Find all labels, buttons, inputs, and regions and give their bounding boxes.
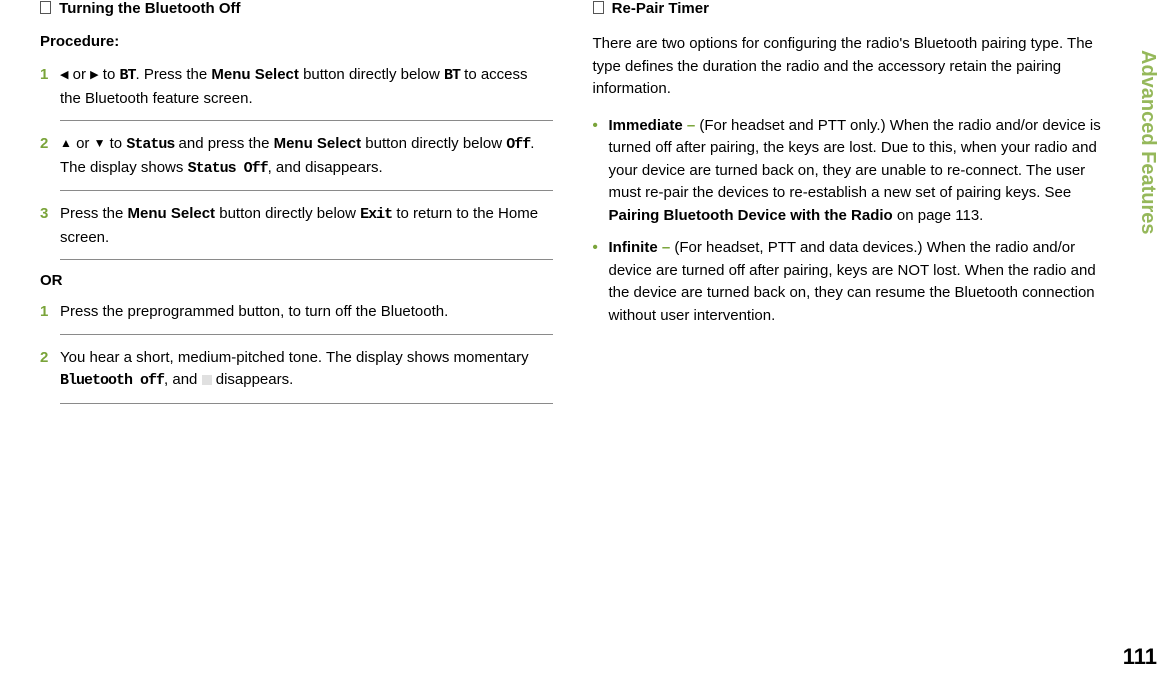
list-item: • Immediate – (For headset and PTT only.… [593, 115, 1106, 228]
down-triangle-icon: ▼ [94, 134, 106, 152]
divider [60, 259, 553, 260]
bullet-icon: • [593, 237, 609, 327]
text: and press the [174, 135, 273, 152]
text: button directly below [299, 66, 444, 83]
text: . Press the [136, 66, 212, 83]
step-body: Press the Menu Select button directly be… [60, 203, 553, 249]
right-column: Re-Pair Timer There are two options for … [573, 0, 1126, 690]
mono-text: Status [126, 136, 174, 153]
bluetooth-indicator-icon [202, 375, 212, 385]
intro-paragraph: There are two options for configuring th… [593, 33, 1106, 101]
bold-text: Menu Select [128, 205, 216, 222]
page-number: 111 [1123, 644, 1157, 670]
text: on page 113. [893, 207, 984, 224]
left-arrow-icon: ◀ [60, 67, 68, 84]
step-body: ◀ or ▶ to BT. Press the Menu Select butt… [60, 64, 553, 110]
step-number: 1 [40, 64, 60, 110]
text: Press the [60, 205, 128, 222]
step-body: ▲ or ▼ to Status and press the Menu Sele… [60, 133, 553, 180]
text: button directly below [361, 135, 506, 152]
mono-text: Off [506, 136, 530, 153]
checkbox-icon [593, 1, 604, 14]
step-body: Press the preprogrammed button, to turn … [60, 301, 553, 324]
dash: – [683, 117, 700, 134]
mono-text: BT [444, 67, 460, 84]
step-body: You hear a short, medium-pitched tone. T… [60, 347, 553, 393]
alt-step-2: 2 You hear a short, medium-pitched tone.… [40, 347, 553, 393]
bold-text: Menu Select [211, 66, 299, 83]
mono-text: Exit [360, 206, 392, 223]
text: disappears. [216, 371, 294, 388]
text: or [73, 66, 86, 83]
item-title: Infinite [609, 239, 658, 256]
right-arrow-icon: ▶ [90, 67, 98, 84]
up-triangle-icon: ▲ [60, 134, 72, 152]
divider [60, 334, 553, 335]
heading-text: Re-Pair Timer [612, 0, 709, 17]
text: or [76, 135, 89, 152]
text: (For headset, PTT and data devices.) Whe… [609, 239, 1096, 324]
item-title: Immediate [609, 117, 683, 134]
step-2: 2 ▲ or ▼ to Status and press the Menu Se… [40, 133, 553, 180]
text: button directly below [215, 205, 360, 222]
step-number: 3 [40, 203, 60, 249]
step-1: 1 ◀ or ▶ to BT. Press the Menu Select bu… [40, 64, 553, 110]
heading-bluetooth-off: Turning the Bluetooth Off [40, 0, 553, 17]
bullet-icon: • [593, 115, 609, 228]
divider [60, 403, 553, 404]
list-body: Infinite – (For headset, PTT and data de… [609, 237, 1106, 327]
checkbox-icon [40, 1, 51, 14]
list-body: Immediate – (For headset and PTT only.) … [609, 115, 1106, 228]
or-label: OR [40, 272, 553, 289]
bold-text: Pairing Bluetooth Device with the Radio [609, 207, 893, 224]
step-3: 3 Press the Menu Select button directly … [40, 203, 553, 249]
heading-text: Turning the Bluetooth Off [59, 0, 240, 17]
text: , and disappears. [268, 159, 383, 176]
text: , and [164, 371, 202, 388]
alt-step-1: 1 Press the preprogrammed button, to tur… [40, 301, 553, 324]
text: to [103, 66, 116, 83]
divider [60, 120, 553, 121]
divider [60, 190, 553, 191]
heading-repair-timer: Re-Pair Timer [593, 0, 1106, 17]
mono-text: BT [119, 67, 135, 84]
dash: – [658, 239, 675, 256]
text: to [110, 135, 123, 152]
step-number: 2 [40, 133, 60, 180]
mono-text: Bluetooth off [60, 372, 164, 389]
side-label: Advanced Features [1136, 50, 1159, 235]
bold-text: Menu Select [274, 135, 362, 152]
list-item: • Infinite – (For headset, PTT and data … [593, 237, 1106, 327]
procedure-label: Procedure: [40, 33, 553, 50]
page: Turning the Bluetooth Off Procedure: 1 ◀… [0, 0, 1165, 690]
step-number: 2 [40, 347, 60, 393]
mono-text: Status Off [188, 160, 268, 177]
text: You hear a short, medium-pitched tone. T… [60, 349, 529, 366]
left-column: Turning the Bluetooth Off Procedure: 1 ◀… [20, 0, 573, 690]
step-number: 1 [40, 301, 60, 324]
